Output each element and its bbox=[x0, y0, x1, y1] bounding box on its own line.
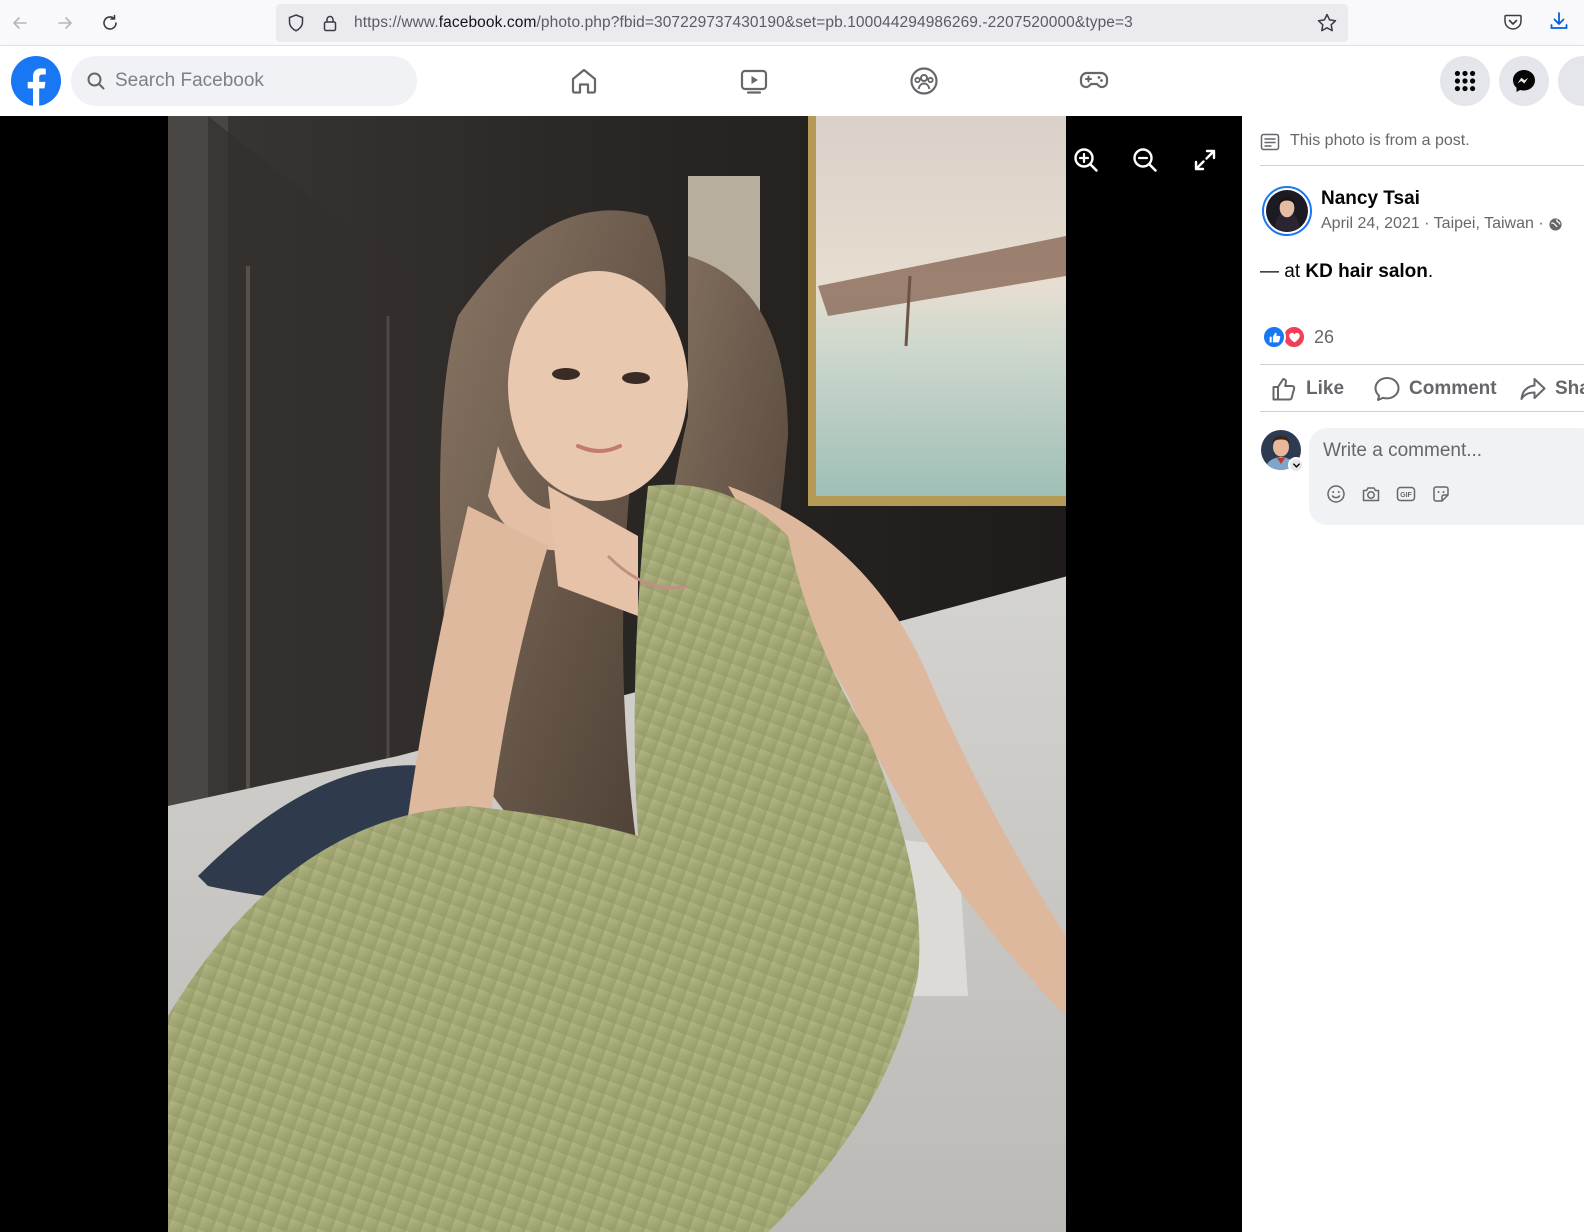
post-side-panel: This photo is from a post. Nancy Tsai Ap… bbox=[1242, 116, 1584, 1232]
search-icon bbox=[87, 72, 105, 90]
zoom-in-button[interactable] bbox=[1070, 144, 1102, 176]
tab-groups[interactable] bbox=[902, 59, 946, 103]
post-text: — at KD hair salon. bbox=[1260, 261, 1433, 283]
gaming-controller-icon bbox=[1079, 71, 1109, 89]
comment-label: Comment bbox=[1409, 378, 1497, 399]
tab-home[interactable] bbox=[562, 59, 606, 103]
photo-image bbox=[168, 116, 1066, 1232]
like-reaction-icon bbox=[1262, 325, 1286, 349]
post-meta: April 24, 2021 · Taipei, Taiwan · bbox=[1321, 215, 1563, 233]
zoom-out-icon bbox=[1133, 148, 1157, 172]
url-bar[interactable]: https://www.facebook.com/photo.php?fbid=… bbox=[276, 4, 1348, 42]
public-globe-icon[interactable] bbox=[1548, 217, 1563, 232]
like-button[interactable]: Like bbox=[1270, 373, 1344, 405]
facebook-header bbox=[0, 47, 1584, 116]
photo bbox=[168, 116, 1066, 1232]
post-text-suffix: . bbox=[1427, 261, 1434, 282]
comment-composer[interactable]: GIF bbox=[1309, 428, 1584, 525]
share-button[interactable]: Share bbox=[1519, 373, 1584, 405]
zoom-in-icon bbox=[1074, 148, 1098, 172]
reload-icon bbox=[103, 14, 117, 30]
lock-icon[interactable] bbox=[320, 13, 340, 33]
facebook-logo-icon[interactable] bbox=[11, 56, 61, 106]
chevron-down-icon bbox=[1292, 462, 1300, 468]
fullscreen-button[interactable] bbox=[1189, 144, 1221, 176]
emoji-button[interactable] bbox=[1324, 482, 1348, 506]
author-avatar[interactable] bbox=[1262, 186, 1312, 236]
share-label: Share bbox=[1555, 378, 1584, 399]
post-source-note[interactable]: This photo is from a post. bbox=[1260, 130, 1584, 166]
share-arrow-icon bbox=[1520, 378, 1546, 400]
forward-button[interactable] bbox=[51, 9, 79, 37]
fullscreen-expand-icon bbox=[1194, 149, 1216, 171]
tab-watch[interactable] bbox=[732, 59, 776, 103]
back-arrow-icon bbox=[13, 17, 27, 29]
svg-text:GIF: GIF bbox=[1400, 492, 1412, 499]
watch-video-icon bbox=[740, 69, 768, 94]
bookmark-star-icon[interactable] bbox=[1316, 12, 1338, 34]
thumbs-up-icon bbox=[1272, 378, 1296, 401]
gif-button[interactable]: GIF bbox=[1394, 482, 1418, 506]
url-text[interactable]: https://www.facebook.com/photo.php?fbid=… bbox=[354, 14, 1133, 32]
pocket-icon[interactable] bbox=[1502, 11, 1524, 33]
photo-viewer bbox=[0, 116, 1242, 1232]
post-actions: Like Comment Share bbox=[1260, 364, 1584, 412]
sticker-button[interactable] bbox=[1429, 482, 1453, 506]
camera-icon bbox=[1362, 487, 1380, 502]
messenger-button[interactable] bbox=[1499, 56, 1549, 106]
menu-grid-icon bbox=[1454, 70, 1476, 92]
url-prefix: https://www. bbox=[354, 14, 439, 31]
tab-gaming[interactable] bbox=[1072, 59, 1116, 103]
back-button[interactable] bbox=[6, 9, 34, 37]
emoji-smiley-icon bbox=[1327, 485, 1345, 503]
url-path: /photo.php?fbid=307229737430190&set=pb.1… bbox=[536, 14, 1133, 31]
post-text-prefix: — at bbox=[1260, 261, 1306, 282]
url-domain: facebook.com bbox=[438, 14, 537, 31]
groups-icon bbox=[910, 67, 938, 95]
forward-arrow-icon bbox=[58, 17, 72, 29]
account-button[interactable] bbox=[1558, 56, 1584, 106]
messenger-icon bbox=[1513, 70, 1535, 92]
menu-button[interactable] bbox=[1440, 56, 1490, 106]
comment-bubble-icon bbox=[1374, 377, 1400, 401]
author-avatar-image bbox=[1266, 190, 1308, 232]
like-label: Like bbox=[1306, 378, 1345, 399]
reaction-count: 26 bbox=[1314, 326, 1335, 347]
gif-icon: GIF bbox=[1396, 486, 1416, 502]
reload-button[interactable] bbox=[96, 9, 124, 37]
home-icon bbox=[571, 68, 597, 94]
tracking-shield-icon[interactable] bbox=[286, 13, 306, 33]
account-switch-button[interactable] bbox=[1288, 457, 1304, 473]
search-input[interactable] bbox=[115, 56, 405, 106]
reaction-summary[interactable]: 26 bbox=[1262, 324, 1334, 350]
place-link[interactable]: KD hair salon bbox=[1305, 261, 1427, 282]
download-icon[interactable] bbox=[1548, 10, 1570, 32]
browser-toolbar: https://www.facebook.com/photo.php?fbid=… bbox=[0, 0, 1584, 46]
post-date-location[interactable]: April 24, 2021 · Taipei, Taiwan · bbox=[1321, 215, 1544, 233]
zoom-out-button[interactable] bbox=[1129, 144, 1161, 176]
sticker-icon bbox=[1433, 486, 1449, 502]
comment-input[interactable] bbox=[1323, 436, 1583, 466]
post-note-text: This photo is from a post. bbox=[1290, 132, 1470, 149]
post-document-icon bbox=[1260, 133, 1280, 151]
search-box[interactable] bbox=[71, 56, 417, 106]
photo-attach-button[interactable] bbox=[1359, 482, 1383, 506]
comment-button[interactable]: Comment bbox=[1373, 373, 1497, 405]
author-name[interactable]: Nancy Tsai bbox=[1321, 188, 1420, 210]
